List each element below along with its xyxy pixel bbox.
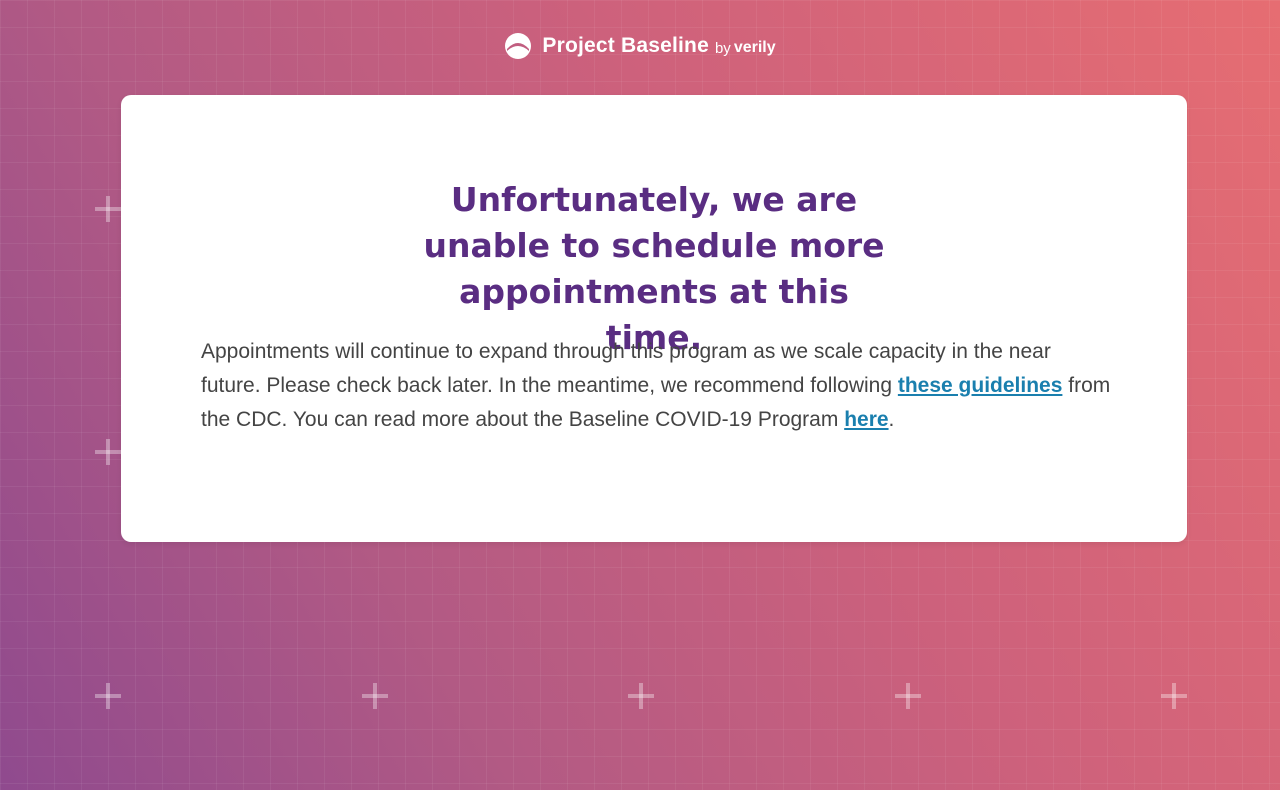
brand-name[interactable]: Project Baseline [542,34,709,58]
plus-icon [95,196,121,222]
message-body: Appointments will continue to expand thr… [201,335,1111,437]
site-header: Project Baseline by verily [0,30,1280,62]
covid-program-link[interactable]: here [844,408,888,431]
brand-by-text: by [714,39,731,57]
plus-icon [628,683,654,709]
plus-icon [95,683,121,709]
page-title: Unfortunately, we are unable to schedule… [423,180,885,357]
verily-logo: verily [733,39,776,56]
plus-icon [362,683,388,709]
plus-icon [895,683,921,709]
body-text: . [888,408,895,431]
cdc-guidelines-link[interactable]: these guidelines [898,374,1063,397]
message-card: Unfortunately, we are unable to schedule… [121,95,1187,542]
project-baseline-logo-icon[interactable] [504,32,532,60]
plus-icon [1161,683,1187,709]
plus-icon [95,439,121,465]
